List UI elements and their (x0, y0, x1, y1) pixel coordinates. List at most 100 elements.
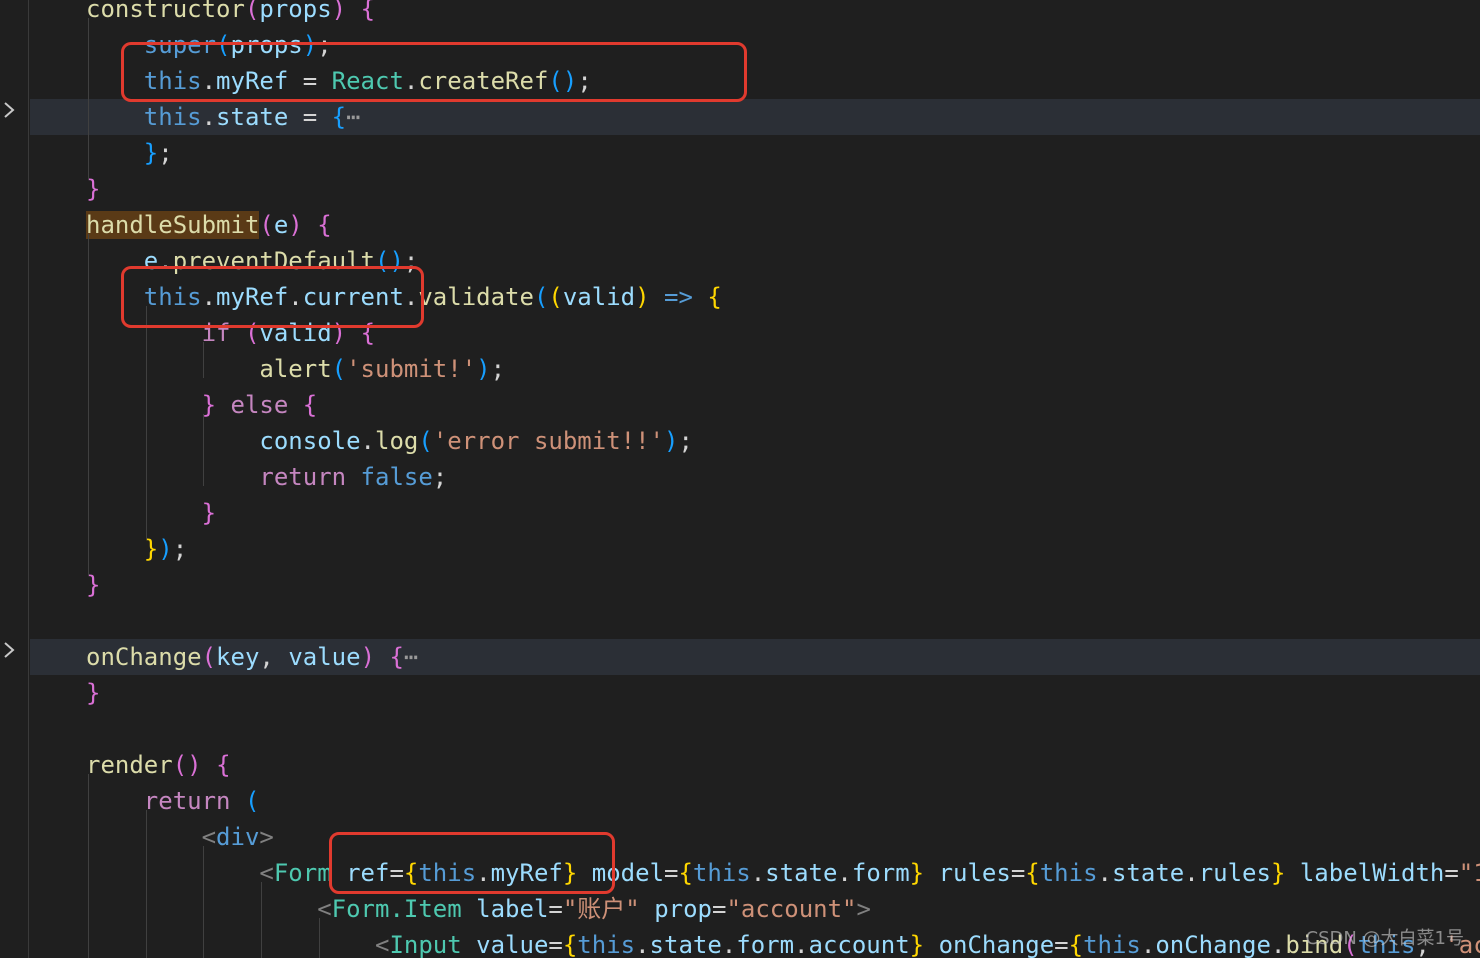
code-token: ( (331, 355, 347, 383)
code-token: } (562, 859, 578, 887)
code-token: . (403, 67, 419, 95)
code-token: Input (389, 931, 462, 958)
code-text: e.preventDefault(); (86, 243, 419, 279)
code-token: ; (158, 139, 173, 167)
code-token: myRef (490, 859, 563, 887)
code-token: e (273, 211, 289, 239)
code-token: ( (548, 283, 563, 311)
code-token: . (1184, 859, 1199, 887)
code-token: = (548, 931, 563, 958)
code-token: ; (678, 427, 693, 455)
code-text: } else { (86, 387, 318, 423)
code-token: { (678, 859, 693, 887)
code-token: = (1054, 931, 1069, 958)
code-line[interactable]: } else { (30, 387, 1480, 423)
code-line[interactable]: alert('submit!'); (30, 351, 1480, 387)
code-line[interactable]: <Form.Item label="账户" prop="account"> (30, 891, 1480, 927)
chevron-right-icon[interactable] (2, 639, 16, 661)
code-token: > (856, 895, 871, 923)
code-line[interactable]: <Input value={this.state.form.account} o… (30, 927, 1480, 958)
code-token: ; (403, 247, 419, 275)
code-token: div (216, 823, 260, 851)
code-token: } (909, 859, 925, 887)
code-text: <Form ref={this.myRef} model={this.state… (86, 855, 1480, 891)
code-line[interactable]: super(props); (30, 27, 1480, 63)
code-line[interactable]: }); (30, 531, 1480, 567)
chevron-right-icon[interactable] (2, 99, 16, 121)
code-token: prop (654, 895, 712, 923)
code-line[interactable]: this.myRef.current.validate((valid) => { (30, 279, 1480, 315)
code-token: 'submit!' (346, 355, 477, 383)
code-token: = (712, 895, 727, 923)
code-token: ( (201, 643, 217, 671)
code-token: model (591, 859, 665, 887)
code-line[interactable]: constructor(props) { (30, 0, 1480, 27)
code-line[interactable] (30, 603, 1480, 639)
code-token: . (635, 931, 650, 958)
code-token: if (201, 319, 231, 347)
code-token: label (476, 895, 549, 923)
code-token: ⋯ (403, 643, 419, 671)
code-text: } (86, 495, 216, 531)
code-token: < (374, 931, 390, 958)
code-token: { (360, 319, 376, 347)
code-token: () (375, 247, 404, 275)
code-line[interactable]: if (valid) { (30, 315, 1480, 351)
code-token: false (360, 463, 433, 491)
code-token: constructor (86, 0, 245, 23)
code-line[interactable]: } (30, 495, 1480, 531)
code-token: . (201, 67, 217, 95)
code-line[interactable]: return false; (30, 459, 1480, 495)
code-line[interactable]: render() { (30, 747, 1480, 783)
code-token: this (143, 67, 202, 95)
code-line[interactable]: this.state = {⋯ (30, 99, 1480, 135)
code-token: ; (172, 535, 188, 563)
indent-guide (261, 882, 262, 958)
code-token: ( (259, 211, 274, 239)
code-token: handleSubmit (86, 211, 260, 239)
code-line[interactable]: }; (30, 135, 1480, 171)
code-token: . (403, 283, 419, 311)
code-token: { (331, 103, 347, 131)
code-token: { (302, 391, 318, 419)
code-editor[interactable]: constructor(props) { super(props); this.… (0, 0, 1480, 958)
code-text: }; (86, 135, 173, 171)
code-line[interactable]: onChange(key, value) {⋯ (30, 639, 1480, 675)
code-line[interactable]: console.log('error submit!!'); (30, 423, 1480, 459)
code-text: return ( (86, 783, 260, 819)
code-line[interactable]: this.myRef = React.createRef(); (30, 63, 1480, 99)
code-token: () (548, 67, 578, 95)
code-token: myRef (216, 283, 289, 311)
code-token: ) (664, 427, 679, 455)
code-line[interactable]: } (30, 567, 1480, 603)
code-line[interactable]: handleSubmit(e) { (30, 207, 1480, 243)
code-line[interactable]: <div> (30, 819, 1480, 855)
code-token: account (808, 931, 910, 958)
code-line[interactable]: <Form ref={this.myRef} model={this.state… (30, 855, 1480, 891)
code-line[interactable]: } (30, 171, 1480, 207)
code-token: , (259, 643, 289, 671)
code-token: = (1010, 859, 1026, 887)
code-token: render (86, 751, 173, 779)
code-line[interactable]: return ( (30, 783, 1480, 819)
code-token: Form.Item (331, 895, 462, 923)
code-line[interactable] (30, 711, 1480, 747)
code-line[interactable]: } (30, 675, 1480, 711)
code-line[interactable]: e.preventDefault(); (30, 243, 1480, 279)
code-token: ) (360, 643, 376, 671)
